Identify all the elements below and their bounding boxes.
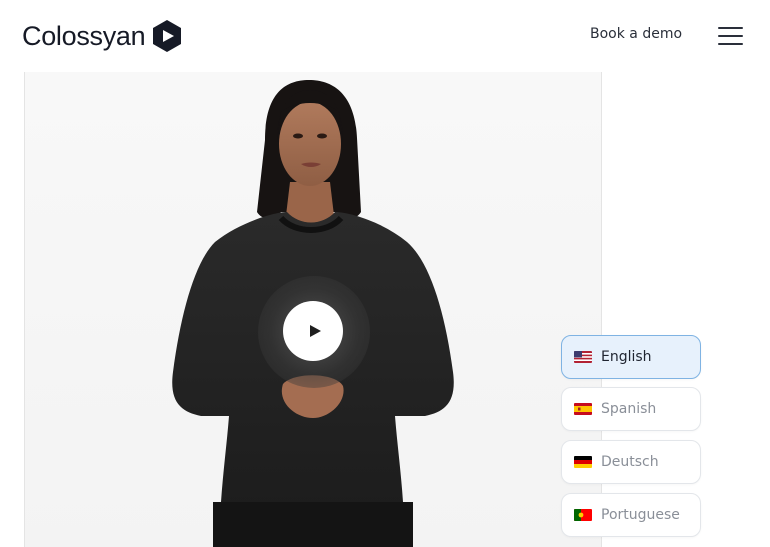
spain-flag-icon [574,403,592,415]
logo[interactable]: Colossyan [22,18,183,54]
page: Colossyan Book a demo English Spanish De… [0,0,770,547]
logo-mark-icon [153,20,182,52]
germany-flag-icon [574,456,592,468]
book-demo-link[interactable]: Book a demo [590,26,682,42]
us-flag-icon [574,351,592,363]
language-option-spanish[interactable]: Spanish [561,387,701,431]
hamburger-menu-icon[interactable] [717,24,745,48]
language-option-portuguese[interactable]: Portuguese [561,493,701,537]
video-player[interactable] [24,72,602,547]
language-option-english[interactable]: English [561,335,701,379]
portugal-flag-icon [574,509,592,521]
play-button[interactable] [258,276,370,388]
language-label: Portuguese [601,507,680,523]
play-icon [309,325,321,337]
language-label: Deutsch [601,454,659,470]
language-option-deutsch[interactable]: Deutsch [561,440,701,484]
logo-text: Colossyan [22,20,146,51]
site-header: Colossyan Book a demo [0,0,770,72]
play-button-core [283,301,343,361]
language-label: English [601,349,652,365]
language-label: Spanish [601,401,657,417]
